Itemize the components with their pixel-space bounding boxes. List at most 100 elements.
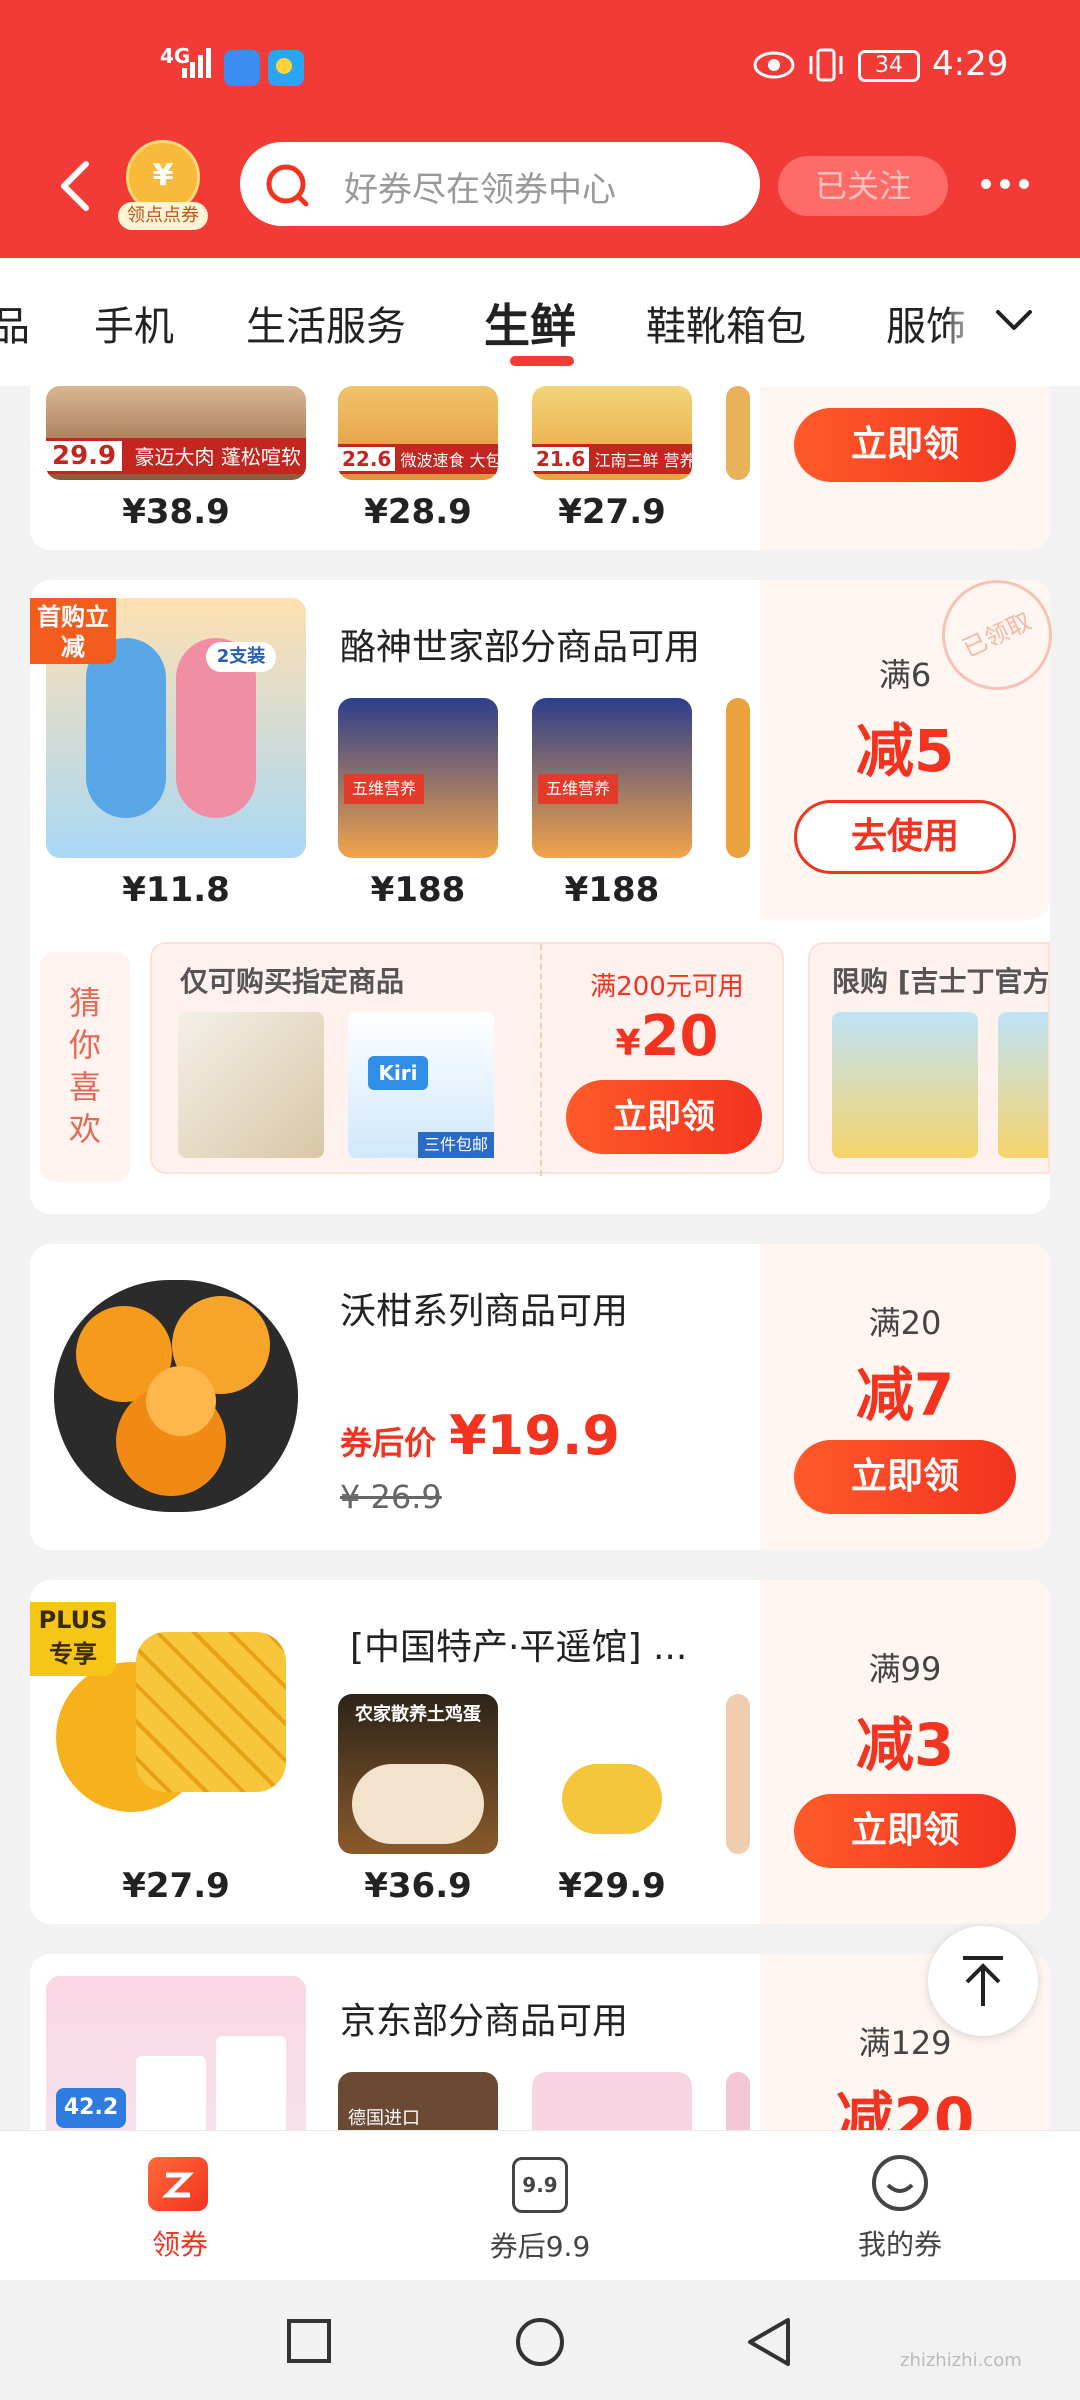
points-coupon-badge[interactable]: ¥ 领点点券 (118, 140, 208, 230)
tab-fade (950, 258, 1080, 386)
currency: ¥ (615, 1023, 641, 1064)
tab-shoes-bags[interactable]: 鞋靴箱包 (646, 294, 806, 352)
coupon-card: 42.2 京东部分商品可用 德国进口 满129 减20 (30, 1954, 1050, 2130)
recommend-title: 限购 [吉士丁官方 (832, 965, 1050, 998)
coupon-title: 酪神世家部分商品可用 (340, 627, 701, 668)
nav-my-coupons[interactable]: 我的券 (800, 2131, 1000, 2281)
nav-label: 券后9.9 (489, 2230, 591, 2263)
product-image[interactable] (726, 386, 750, 480)
product-image[interactable]: 42.2 (46, 1976, 306, 2130)
vibrate-icon (809, 48, 843, 82)
nav-label: 我的券 (857, 2228, 942, 2261)
system-nav-bar: zhizhizhi.com (0, 2280, 1080, 2400)
coupon-discount: 减7 (855, 1361, 955, 1429)
img-tag-text: 江南三鲜 营养早餐 (594, 451, 692, 470)
claim-button[interactable]: 立即领 (794, 1440, 1016, 1514)
recommend-title: 仅可购买指定商品 (180, 965, 405, 998)
claim-button[interactable]: 立即领 (794, 1794, 1016, 1868)
nav-claim-coupons[interactable]: 领券 (80, 2131, 280, 2281)
coupon-list[interactable]: 29.9 豪迈大肉 蓬松喧软 22.6 微波速食 大包汤包 21.6 江南三鲜 … (0, 386, 1080, 2130)
img-tag-price: 21.6 (532, 447, 590, 471)
coupon-side: 已领取 满6 减5 去使用 (760, 561, 1071, 920)
product-image[interactable]: 22.6 微波速食 大包汤包 (338, 386, 498, 480)
amount: 20 (640, 1004, 719, 1069)
product-image[interactable]: 五维营养 (338, 698, 498, 858)
nav-after-coupon-9-9[interactable]: 9.9 券后9.9 (440, 2131, 640, 2281)
product-image[interactable] (532, 2072, 692, 2130)
signal-icon (182, 48, 211, 78)
tab-phones[interactable]: 手机 (94, 294, 174, 352)
guess-you-like-label: 猜你喜欢 (40, 952, 130, 1182)
product-image[interactable]: 21.6 江南三鲜 营养早餐 (532, 386, 692, 480)
back-icon[interactable] (744, 2316, 794, 2368)
product-image[interactable] (998, 1012, 1048, 1158)
battery-level: 34 (875, 53, 903, 78)
coupon-divider (540, 944, 542, 1176)
plus-exclusive-badge: PLUS 专享 (30, 1602, 116, 1676)
tab-life-services[interactable]: 生活服务 (246, 294, 406, 352)
claim-button[interactable]: 立即领 (566, 1080, 762, 1154)
coupon-side: 满20 减7 立即领 (760, 1244, 1050, 1550)
product-image[interactable] (178, 1012, 324, 1158)
arrow-up-icon (963, 1956, 1003, 2006)
active-tab-indicator (510, 356, 574, 366)
watermark: zhizhizhi.com (900, 2350, 1022, 2371)
product-image[interactable] (726, 698, 750, 858)
img-tag-text: 微波速食 大包汤包 (400, 451, 498, 470)
coupon-threshold: 满99 (868, 1650, 942, 1688)
browser-app-icon (224, 50, 260, 86)
price-tag-icon: 9.9 (512, 2157, 568, 2213)
search-bar[interactable]: 好券尽在领券中心 (240, 142, 760, 226)
coupon-card: 沃柑系列商品可用 券后价 ¥19.9 ¥ 26.9 满20 减7 立即领 (30, 1244, 1050, 1550)
follow-button[interactable]: 已关注 (778, 156, 948, 216)
back-arrow-icon[interactable] (52, 158, 96, 214)
product-image[interactable]: 29.9 豪迈大肉 蓬松喧软 (46, 386, 306, 480)
product-image[interactable] (726, 1694, 750, 1854)
product-image[interactable] (532, 1694, 692, 1854)
img-tag: 五维营养 (344, 774, 424, 804)
category-tabs: 品 手机 生活服务 生鲜 鞋靴箱包 服饰 (0, 258, 1080, 386)
product-image[interactable]: 农家散养土鸡蛋 (338, 1694, 498, 1854)
product-price: ¥38.9 (122, 492, 230, 532)
coupon-icon (148, 2157, 208, 2211)
product-price: ¥27.9 (558, 492, 666, 532)
tab-partial[interactable]: 品 (0, 294, 30, 352)
img-tag: 农家散养土鸡蛋 (355, 1704, 481, 1725)
product-image[interactable] (726, 2072, 750, 2130)
recommend-amount: ¥20 (552, 1004, 782, 1069)
after-coupon-label: 券后价 (340, 1424, 437, 1462)
coupon-title: 京东部分商品可用 (340, 2001, 629, 2042)
coupon-title: 沃柑系列商品可用 (340, 1291, 629, 1332)
search-icon (266, 164, 309, 207)
coupon-side: 满99 减3 立即领 (760, 1580, 1050, 1924)
coupon-threshold: 满20 (868, 1304, 942, 1342)
coupon-side: 立即领 (760, 386, 1050, 550)
use-button[interactable]: 去使用 (794, 800, 1016, 874)
coupon-discount: 减5 (855, 717, 955, 785)
weather-app-icon (268, 50, 304, 86)
coupon-card: PLUS 专享 [中国特产·平遥馆] ... 农家散养土鸡蛋 ¥27.9 ¥36… (30, 1580, 1050, 1924)
chevron-down-icon[interactable] (994, 306, 1034, 334)
product-image[interactable]: 五维营养 (532, 698, 692, 858)
claim-button[interactable]: 立即领 (794, 408, 1016, 482)
product-price: ¥29.9 (558, 1866, 666, 1906)
clock: 4:29 (932, 44, 1009, 84)
eye-icon (753, 51, 795, 79)
product-image[interactable] (46, 1266, 306, 1526)
smile-icon (872, 2155, 928, 2211)
recommend-coupon: 限购 [吉士丁官方 (808, 942, 1050, 1174)
nav-label: 领券 (151, 2228, 208, 2261)
recents-icon[interactable] (286, 2318, 332, 2364)
coupon-discount: 减20 (835, 2085, 975, 2130)
home-icon[interactable] (514, 2316, 566, 2368)
product-price: ¥188 (564, 870, 660, 910)
scroll-to-top-button[interactable] (928, 1926, 1038, 2036)
product-image[interactable] (832, 1012, 978, 1158)
more-icon[interactable] (978, 172, 1032, 196)
product-image[interactable]: 德国进口 (338, 2072, 498, 2130)
plus-label: PLUS (38, 1606, 108, 1634)
first-purchase-badge: 首购立减 (30, 598, 116, 664)
original-price: ¥ 26.9 (340, 1478, 442, 1516)
tab-fresh-food[interactable]: 生鲜 (484, 290, 576, 356)
product-image[interactable]: Kiri 三件包邮 (348, 1012, 494, 1158)
